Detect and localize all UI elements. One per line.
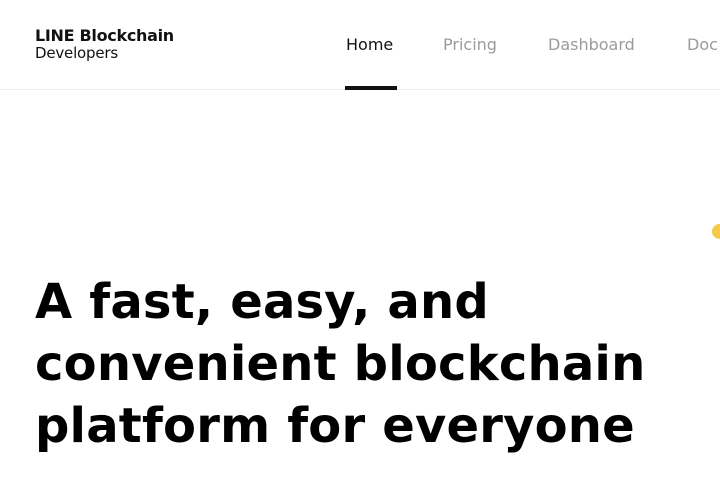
- hero-title: A fast, easy, and convenient blockchain …: [35, 271, 695, 457]
- hero-title-line: A fast, easy, and: [35, 274, 489, 330]
- nav-active-indicator: [345, 86, 397, 90]
- nav-item-dashboard[interactable]: Dashboard: [548, 35, 635, 55]
- hero-title-line: platform for everyone: [35, 398, 635, 454]
- site-header: LINE Blockchain Developers Home Pricing …: [0, 0, 720, 90]
- nav-item-pricing[interactable]: Pricing: [443, 35, 497, 55]
- page: LINE Blockchain Developers Home Pricing …: [0, 0, 720, 480]
- decorative-dot: [712, 224, 720, 239]
- nav-item-home[interactable]: Home: [346, 35, 393, 55]
- nav-item-docs[interactable]: Doc: [687, 35, 718, 55]
- main-nav: Home Pricing Dashboard Doc: [0, 0, 720, 90]
- hero-title-line: convenient blockchain: [35, 336, 646, 392]
